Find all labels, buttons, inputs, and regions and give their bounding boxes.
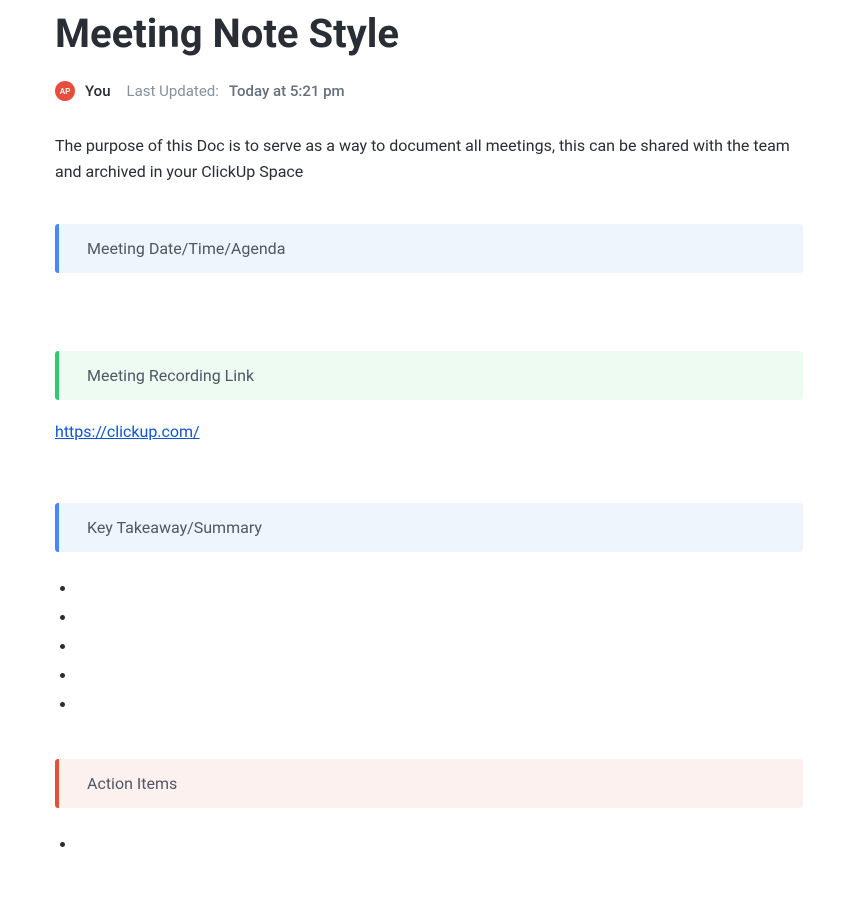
- spacer: [55, 295, 803, 351]
- recording-link[interactable]: https://clickup.com/: [55, 422, 200, 441]
- recording-link-row: https://clickup.com/: [55, 422, 803, 441]
- last-updated-label: Last Updated:: [127, 82, 219, 100]
- list-item[interactable]: [77, 632, 803, 661]
- list-item[interactable]: [77, 574, 803, 603]
- page-title: Meeting Note Style: [55, 10, 803, 57]
- summary-bullet-list[interactable]: [55, 574, 803, 719]
- callout-meeting-date-agenda[interactable]: Meeting Date/Time/Agenda: [55, 224, 803, 273]
- callout-recording-link[interactable]: Meeting Recording Link: [55, 351, 803, 400]
- list-item[interactable]: [77, 603, 803, 632]
- list-item[interactable]: [77, 830, 803, 859]
- author-label: You: [85, 82, 111, 100]
- action-bullet-list[interactable]: [55, 830, 803, 859]
- callout-text: Meeting Recording Link: [87, 366, 254, 385]
- callout-text: Action Items: [87, 774, 177, 793]
- avatar[interactable]: AP: [55, 81, 75, 101]
- last-updated-time: Today at 5:21 pm: [229, 82, 345, 100]
- callout-key-takeaway[interactable]: Key Takeaway/Summary: [55, 503, 803, 552]
- intro-paragraph[interactable]: The purpose of this Doc is to serve as a…: [55, 133, 803, 184]
- list-item[interactable]: [77, 690, 803, 719]
- callout-text: Meeting Date/Time/Agenda: [87, 239, 285, 258]
- list-item[interactable]: [77, 661, 803, 690]
- meta-row: AP You Last Updated: Today at 5:21 pm: [55, 81, 803, 101]
- callout-text: Key Takeaway/Summary: [87, 518, 262, 537]
